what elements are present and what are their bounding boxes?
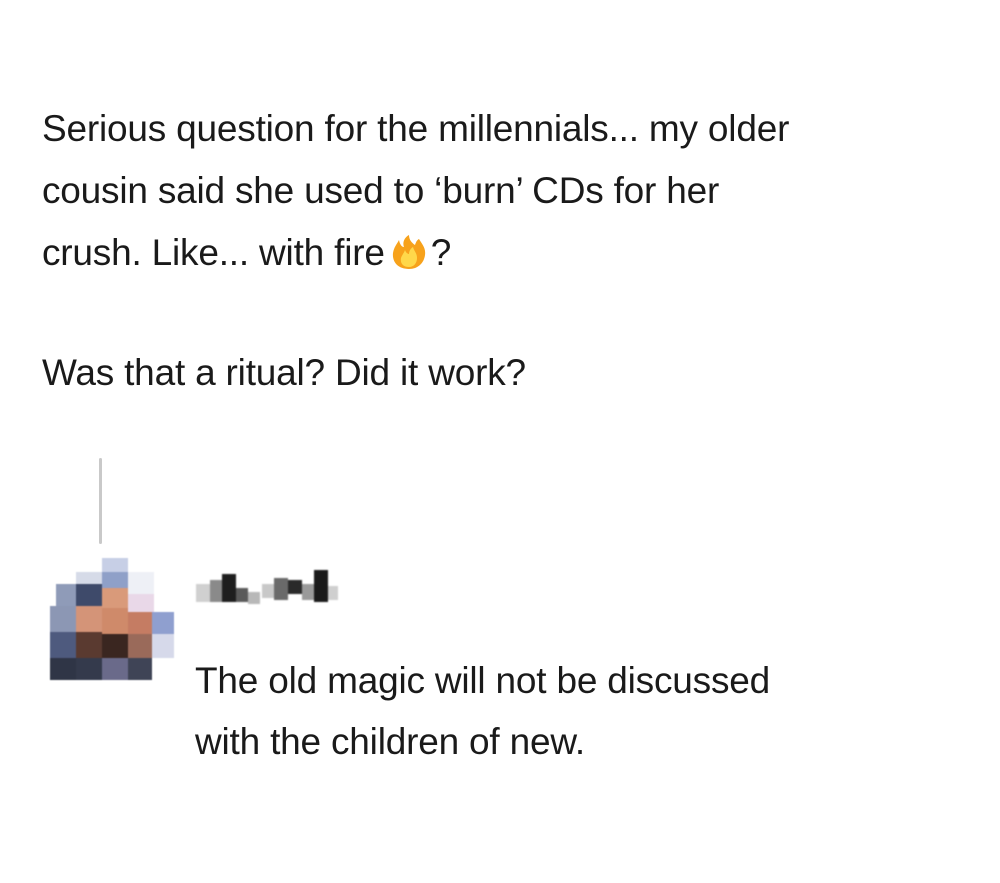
post-text-line-1: Serious question for the millennials... … xyxy=(42,108,790,149)
fire-emoji-icon xyxy=(389,227,429,269)
post-question-mark: ? xyxy=(430,232,452,273)
reply: The old magic will not be discussed with… xyxy=(195,650,975,772)
pixelated-username[interactable] xyxy=(196,568,356,608)
reply-text-line-1: The old magic will not be discussed xyxy=(195,660,771,701)
post-text-line-2: cousin said she used to ‘burn’ CDs for h… xyxy=(42,170,720,211)
reply-text-line-2: with the children of new. xyxy=(195,721,585,762)
thread-connector-line xyxy=(99,458,102,544)
pixelated-avatar[interactable] xyxy=(50,558,174,682)
post-text-paragraph-2: Was that a ritual? Did it work? xyxy=(42,352,526,393)
post: Serious question for the millennials... … xyxy=(42,98,972,404)
post-text-line-3-text: crush. Like... with fire xyxy=(42,232,385,273)
post-text-line-3: crush. Like... with fire ? xyxy=(42,222,972,284)
